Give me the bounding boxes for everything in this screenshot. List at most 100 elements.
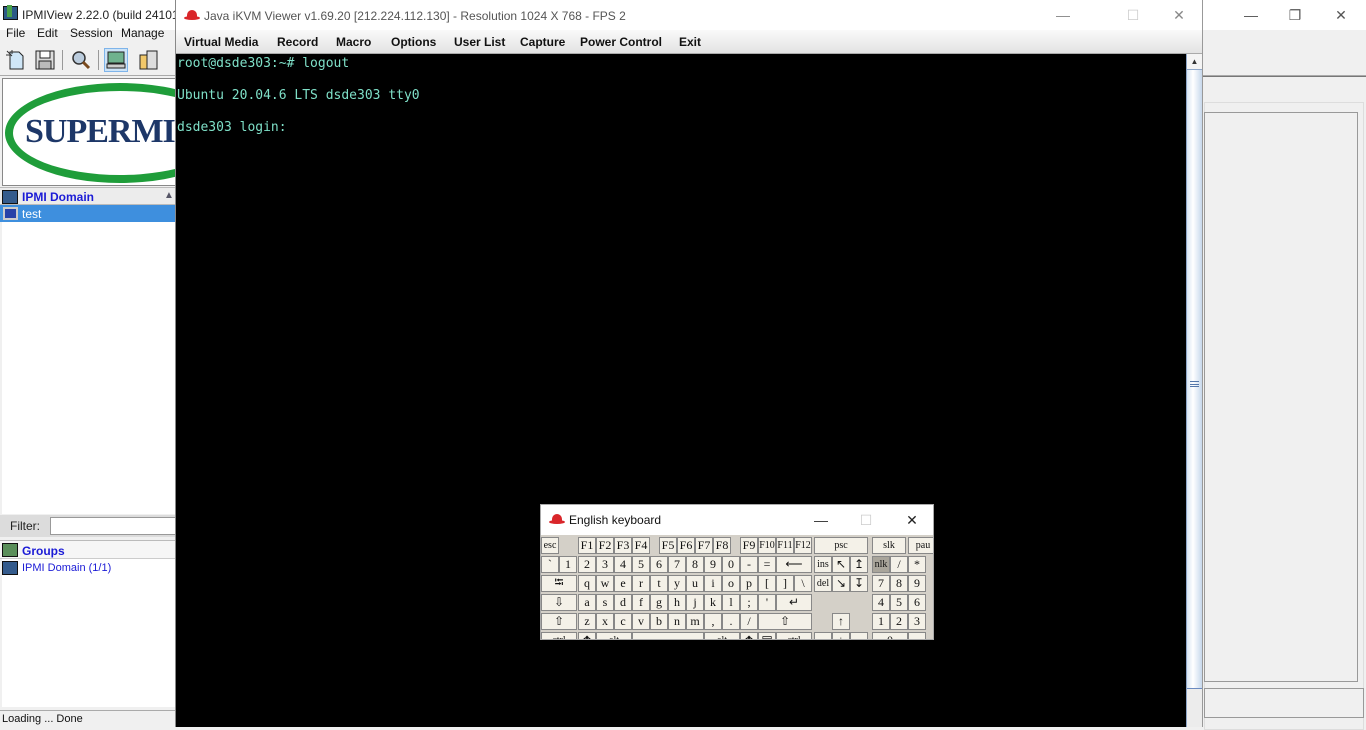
key-F12[interactable]: F12 xyxy=(794,537,812,554)
ipmi-domain-header[interactable]: IPMI Domain ▲ xyxy=(0,187,176,205)
key-p[interactable]: p xyxy=(740,575,758,592)
key-;[interactable]: ; xyxy=(740,594,758,611)
key-j[interactable]: j xyxy=(686,594,704,611)
key-2[interactable]: 2 xyxy=(578,556,596,573)
key-2[interactable]: 2 xyxy=(890,613,908,630)
key-o[interactable]: o xyxy=(722,575,740,592)
key-1[interactable]: 1 xyxy=(559,556,577,573)
key-7[interactable]: 7 xyxy=(872,575,890,592)
key-*[interactable]: * xyxy=(908,556,926,573)
key-7[interactable]: 7 xyxy=(668,556,686,573)
menu-power-control[interactable]: Power Control xyxy=(580,35,662,49)
key-esc[interactable]: esc xyxy=(541,537,559,554)
key-F5[interactable]: F5 xyxy=(659,537,677,554)
key-i[interactable]: i xyxy=(704,575,722,592)
filter-input[interactable] xyxy=(50,517,176,535)
key-nlk[interactable]: nlk xyxy=(872,556,890,573)
menu-session[interactable]: Session xyxy=(70,26,113,40)
keyboard-close-button[interactable]: ✕ xyxy=(889,505,933,535)
key-v[interactable]: v xyxy=(632,613,650,630)
key--[interactable]: - xyxy=(740,556,758,573)
key-.[interactable]: . xyxy=(908,632,926,639)
key-⇧[interactable]: ⇧ xyxy=(758,613,812,630)
key-3[interactable]: 3 xyxy=(908,613,926,630)
menu-edit[interactable]: Edit xyxy=(37,26,58,40)
key-f[interactable]: f xyxy=(632,594,650,611)
groups-header[interactable]: Groups xyxy=(0,540,176,559)
key-slk[interactable]: slk xyxy=(872,537,906,554)
key-6[interactable]: 6 xyxy=(650,556,668,573)
scroll-thumb-grip[interactable] xyxy=(1190,381,1199,387)
menu-virtual-media[interactable]: Virtual Media xyxy=(184,35,258,49)
key-t[interactable]: t xyxy=(650,575,668,592)
key-↥[interactable]: ↥ xyxy=(850,556,868,573)
key-b[interactable]: b xyxy=(650,613,668,630)
kvm-maximize-button[interactable]: ☐ xyxy=(1110,0,1156,30)
key-F7[interactable]: F7 xyxy=(695,537,713,554)
key-space[interactable] xyxy=(632,632,704,639)
key-[[interactable]: [ xyxy=(758,575,776,592)
tree-item-test[interactable]: test xyxy=(0,205,176,222)
key-del[interactable]: del xyxy=(814,575,832,592)
key-↑[interactable]: ↑ xyxy=(832,613,850,630)
key-F10[interactable]: F10 xyxy=(758,537,776,554)
keyboard-minimize-button[interactable]: — xyxy=(798,505,844,535)
key-6[interactable]: 6 xyxy=(908,594,926,611)
key-F8[interactable]: F8 xyxy=(713,537,731,554)
key-9[interactable]: 9 xyxy=(908,575,926,592)
keyboard-maximize-button[interactable]: ☐ xyxy=(843,505,889,535)
key-F11[interactable]: F11 xyxy=(776,537,794,554)
key-q[interactable]: q xyxy=(578,575,596,592)
key-8[interactable]: 8 xyxy=(890,575,908,592)
key-=[interactable]: = xyxy=(758,556,776,573)
key-⭾[interactable]: ⭾ xyxy=(541,575,577,592)
key-l[interactable]: l xyxy=(722,594,740,611)
key-❖[interactable]: ❖ xyxy=(578,632,596,639)
restore-button[interactable]: ❐ xyxy=(1272,0,1318,30)
key-F9[interactable]: F9 xyxy=(740,537,758,554)
server-icon[interactable] xyxy=(137,48,161,72)
menu-file[interactable]: File xyxy=(6,26,25,40)
menu-exit[interactable]: Exit xyxy=(679,35,701,49)
menu-record[interactable]: Record xyxy=(277,35,318,49)
key-alt[interactable]: alt xyxy=(596,632,632,639)
key-x[interactable]: x xyxy=(596,613,614,630)
menu-options[interactable]: Options xyxy=(391,35,436,49)
save-icon[interactable] xyxy=(33,48,57,72)
key-⇧[interactable]: ⇧ xyxy=(541,613,577,630)
key-.[interactable]: . xyxy=(722,613,740,630)
monitor-icon[interactable] xyxy=(104,48,128,72)
key-5[interactable]: 5 xyxy=(632,556,650,573)
key-c[interactable]: c xyxy=(614,613,632,630)
close-button[interactable]: ✕ xyxy=(1318,0,1364,30)
key-g[interactable]: g xyxy=(650,594,668,611)
key-w[interactable]: w xyxy=(596,575,614,592)
key-5[interactable]: 5 xyxy=(890,594,908,611)
key-↖[interactable]: ↖ xyxy=(832,556,850,573)
menu-macro[interactable]: Macro xyxy=(336,35,371,49)
key-0[interactable]: 0 xyxy=(722,556,740,573)
key-,[interactable]: , xyxy=(704,613,722,630)
key-ctrl[interactable]: ctrl xyxy=(776,632,812,639)
menu-capture[interactable]: Capture xyxy=(520,35,565,49)
kvm-close-button[interactable]: ✕ xyxy=(1156,0,1202,30)
key-9[interactable]: 9 xyxy=(704,556,722,573)
new-file-icon[interactable] xyxy=(4,48,28,72)
scroll-up-icon[interactable]: ▲ xyxy=(1187,54,1202,70)
key-▤[interactable]: ▤ xyxy=(758,632,776,639)
key-m[interactable]: m xyxy=(686,613,704,630)
minimize-button[interactable]: — xyxy=(1228,0,1274,30)
key-e[interactable]: e xyxy=(614,575,632,592)
key-/[interactable]: / xyxy=(890,556,908,573)
key-→[interactable]: → xyxy=(850,632,868,639)
key-pau[interactable]: pau xyxy=(908,537,933,554)
menu-manage[interactable]: Manage xyxy=(121,26,164,40)
key-8[interactable]: 8 xyxy=(686,556,704,573)
key-r[interactable]: r xyxy=(632,575,650,592)
key-↘[interactable]: ↘ xyxy=(832,575,850,592)
key-psc[interactable]: psc xyxy=(814,537,868,554)
key-⇩[interactable]: ⇩ xyxy=(541,594,577,611)
key-0[interactable]: 0 xyxy=(872,632,908,639)
key-][interactable]: ] xyxy=(776,575,794,592)
search-icon[interactable] xyxy=(69,48,93,72)
